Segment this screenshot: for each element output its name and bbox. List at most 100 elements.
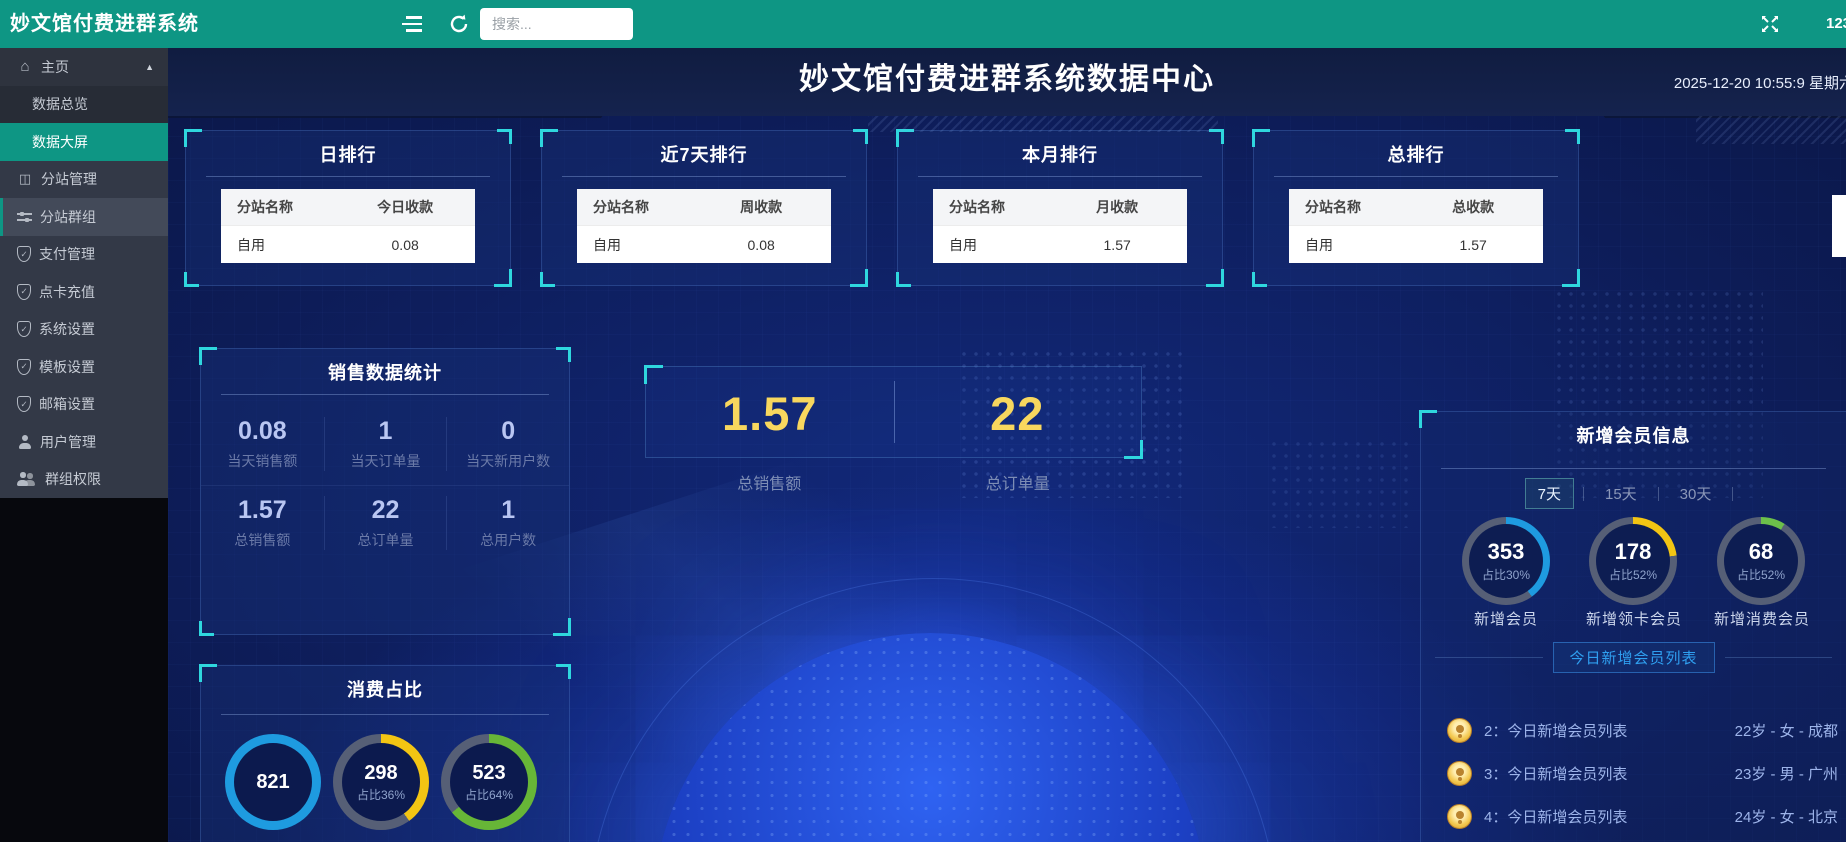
stat-total-users: 1总用户数 (446, 496, 569, 550)
period-tabs: 7天 15天 30天 (1421, 478, 1846, 509)
columns-icon: ◫ (17, 171, 33, 187)
app-title: 妙文馆付费进群系统 (10, 0, 199, 48)
dashboard: 妙文馆付费进群系统数据中心 2025-12-20 10:55:9 星期六 日排行… (168, 48, 1846, 842)
totals-panel: 1.57 22 总销售额 总订单量 (645, 366, 1142, 506)
dashboard-title: 妙文馆付费进群系统数据中心 (168, 48, 1846, 112)
stat-total-orders: 22总订单量 (324, 496, 447, 550)
sales-stats-panel: 销售数据统计 0.08当天销售额 1当天订单量 0当天新用户数 1.57总销售额… (200, 348, 570, 635)
panel-title: 销售数据统计 (201, 359, 569, 385)
member-bulb-icon (1447, 761, 1472, 786)
tab-30-days[interactable]: 30天 (1668, 479, 1724, 508)
member-bulb-icon (1447, 804, 1472, 829)
divider (1658, 487, 1659, 501)
sidebar-item-home[interactable]: ⌂ 主页 ▲ (0, 48, 168, 86)
sidebar-item-email-settings[interactable]: 邮箱设置 (0, 386, 168, 424)
divider (1435, 657, 1543, 658)
total-ranking-card: 总排行 分站名称总收款 自用1.57 (1253, 130, 1579, 286)
card-title: 总排行 (1254, 141, 1578, 167)
donut-label: 新增会员 (1441, 608, 1571, 629)
monthly-ranking-card: 本月排行 分站名称月收款 自用1.57 (897, 130, 1223, 286)
search-input[interactable] (480, 8, 633, 40)
donut-label: 新增消费会员 (1697, 608, 1827, 629)
divider (1725, 657, 1833, 658)
daily-ranking-card: 日排行 分站名称今日收款 自用0.08 (185, 130, 511, 286)
total-sales-label: 总销售额 (645, 470, 894, 494)
sidebar: ⌂ 主页 ▲ 数据总览 数据大屏 ◫ 分站管理 分站群组 支付管理 点卡充值 系… (0, 48, 168, 842)
ranking-table: 分站名称今日收款 自用0.08 (221, 189, 475, 263)
today-new-members-button[interactable]: 今日新增会员列表 (1553, 642, 1715, 673)
globe-glow-decoration (558, 518, 1318, 842)
sidebar-item-group-permissions[interactable]: 群组权限 (0, 461, 168, 499)
consuming-members-donut-chart: 68占比52% (1717, 517, 1805, 605)
stat-today-orders: 1当天订单量 (324, 417, 447, 471)
consumption-donut-chart: 821 (225, 734, 321, 830)
consumption-ratio-panel: 消费占比 821 298占比36% 523占比64% (200, 665, 570, 842)
ranking-table: 分站名称月收款 自用1.57 (933, 189, 1187, 263)
stat-total-sales: 1.57总销售额 (201, 496, 324, 550)
app-root: 妙文馆付费进群系统 123 ⌂ 主页 ▲ 数据总览 数据大屏 ◫ 分站管理 (0, 0, 1846, 842)
card-members-donut-chart: 178占比52% (1589, 517, 1677, 605)
globe-ring-decoration (588, 578, 1278, 842)
total-sales-value: 1.57 (722, 386, 817, 441)
tab-15-days[interactable]: 15天 (1593, 479, 1649, 508)
sidebar-item-system-settings[interactable]: 系统设置 (0, 311, 168, 349)
divider (1583, 487, 1584, 501)
member-list-item[interactable]: 2：今日新增会员列表 22岁 - 女 - 成都 (1447, 715, 1838, 745)
fullscreen-icon[interactable] (1760, 14, 1780, 34)
sidebar-item-substation-management[interactable]: ◫ 分站管理 (0, 161, 168, 199)
shield-check-icon (17, 246, 31, 262)
card-title: 近7天排行 (542, 141, 866, 167)
card-title: 日排行 (186, 141, 510, 167)
sidebar-item-data-screen[interactable]: 数据大屏 (0, 123, 168, 161)
totals-box: 1.57 22 (645, 366, 1142, 458)
partial-card-table (1832, 195, 1846, 257)
datetime: 2025-12-20 10:55:9 星期六 (1674, 72, 1846, 93)
card-title: 本月排行 (898, 141, 1222, 167)
corner-bracket (199, 621, 214, 636)
user-icon (17, 435, 32, 449)
member-bulb-icon (1447, 718, 1472, 743)
table-row: 自用0.08 (577, 226, 831, 263)
member-list-item[interactable]: 4：今日新增会员列表 24岁 - 女 - 北京 (1447, 801, 1838, 831)
total-orders-label: 总订单量 (894, 470, 1143, 494)
shield-check-icon (17, 359, 31, 375)
dashboard-header: 妙文馆付费进群系统数据中心 2025-12-20 10:55:9 星期六 (168, 48, 1846, 116)
shield-check-icon (17, 284, 31, 300)
menu-list-icon[interactable] (402, 16, 422, 32)
sidebar-item-template-settings[interactable]: 模板设置 (0, 348, 168, 386)
donut-label: 新增领卡会员 (1569, 608, 1699, 629)
weekly-ranking-card: 近7天排行 分站名称周收款 自用0.08 (541, 130, 867, 286)
users-icon (17, 472, 37, 486)
chevron-up-icon: ▲ (145, 62, 154, 72)
ranking-table: 分站名称周收款 自用0.08 (577, 189, 831, 263)
panel-title: 新增会员信息 (1421, 422, 1846, 448)
ranking-table: 分站名称总收款 自用1.57 (1289, 189, 1543, 263)
sidebar-item-user-management[interactable]: 用户管理 (0, 423, 168, 461)
sidebar-item-card-recharge[interactable]: 点卡充值 (0, 273, 168, 311)
sales-stats-grid: 0.08当天销售额 1当天订单量 0当天新用户数 1.57总销售额 22总订单量… (201, 407, 569, 564)
sidebar-item-data-overview[interactable]: 数据总览 (0, 86, 168, 124)
corner-bracket (540, 272, 555, 287)
member-list-item[interactable]: 3：今日新增会员列表 23岁 - 男 - 广州 (1447, 758, 1838, 788)
topbar: 妙文馆付费进群系统 123 (0, 0, 1846, 48)
stat-today-sales: 0.08当天销售额 (201, 417, 324, 471)
username[interactable]: 123 (1826, 0, 1846, 48)
sidebar-item-substation-groups[interactable]: 分站群组 (0, 198, 168, 236)
refresh-icon[interactable] (448, 13, 470, 35)
total-orders-value: 22 (990, 386, 1044, 441)
shield-check-icon (17, 321, 31, 337)
consumption-donut-chart: 523占比64% (441, 734, 537, 830)
tab-7-days[interactable]: 7天 (1525, 478, 1574, 509)
shield-check-icon (17, 396, 31, 412)
corner-bracket (1252, 272, 1267, 287)
divider (1732, 487, 1733, 501)
new-members-donut-chart: 353占比30% (1462, 517, 1550, 605)
stat-today-new-users: 0当天新用户数 (446, 417, 569, 471)
corner-bracket (184, 272, 199, 287)
new-members-panel: 新增会员信息 7天 15天 30天 353占比30% 178占比52% 68占比… (1420, 411, 1846, 842)
corner-bracket (896, 272, 911, 287)
sliders-icon (17, 211, 32, 223)
dots-decoration (1268, 438, 1408, 528)
sidebar-item-payment-management[interactable]: 支付管理 (0, 236, 168, 274)
table-row: 自用0.08 (221, 226, 475, 263)
